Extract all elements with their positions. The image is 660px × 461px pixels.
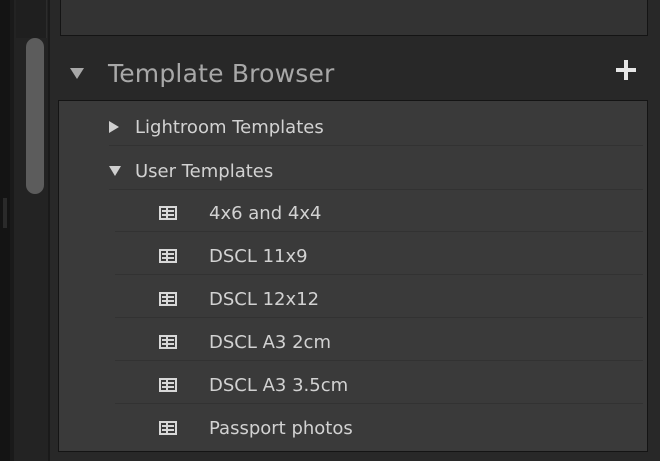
triangle-down-icon[interactable] — [109, 166, 121, 176]
template-grid-icon — [159, 335, 177, 349]
scrollbar-thumb[interactable] — [26, 38, 44, 194]
panel-title: Template Browser — [108, 58, 335, 88]
folder-user-templates[interactable]: User Templates — [109, 153, 643, 190]
template-label: DSCL A3 3.5cm — [209, 374, 349, 396]
preview-panel-bottom — [60, 0, 648, 36]
template-label: DSCL 12x12 — [209, 288, 320, 310]
template-grid-icon — [159, 378, 177, 392]
template-item[interactable]: DSCL A3 3.5cm — [115, 367, 643, 404]
folder-label: User Templates — [135, 160, 274, 182]
folder-lightroom-templates[interactable]: Lightroom Templates — [109, 109, 643, 146]
template-browser-header[interactable]: Template Browser — [58, 48, 650, 98]
template-grid-icon — [159, 292, 177, 306]
template-item[interactable]: DSCL 11x9 — [115, 238, 643, 275]
template-grid-icon — [159, 421, 177, 435]
template-item[interactable]: 4x6 and 4x4 — [115, 195, 643, 232]
template-item[interactable]: DSCL 12x12 — [115, 281, 643, 318]
triangle-right-icon[interactable] — [109, 121, 119, 133]
template-label: 4x6 and 4x4 — [209, 202, 322, 224]
template-grid-icon — [159, 206, 177, 220]
template-label: DSCL A3 2cm — [209, 331, 331, 353]
left-panel-edge — [0, 0, 10, 461]
scrollbar-top-region — [16, 0, 47, 38]
triangle-down-icon[interactable] — [70, 67, 84, 79]
template-label: Passport photos — [209, 417, 353, 439]
template-list: Lightroom Templates User Templates 4x6 a… — [58, 100, 648, 452]
template-item[interactable]: Passport photos — [115, 410, 643, 446]
folder-label: Lightroom Templates — [135, 116, 324, 138]
panel-collapse-handle[interactable] — [3, 198, 7, 228]
plus-icon[interactable] — [616, 60, 636, 80]
template-item[interactable]: DSCL A3 2cm — [115, 324, 643, 361]
template-label: DSCL 11x9 — [209, 245, 308, 267]
template-grid-icon — [159, 249, 177, 263]
